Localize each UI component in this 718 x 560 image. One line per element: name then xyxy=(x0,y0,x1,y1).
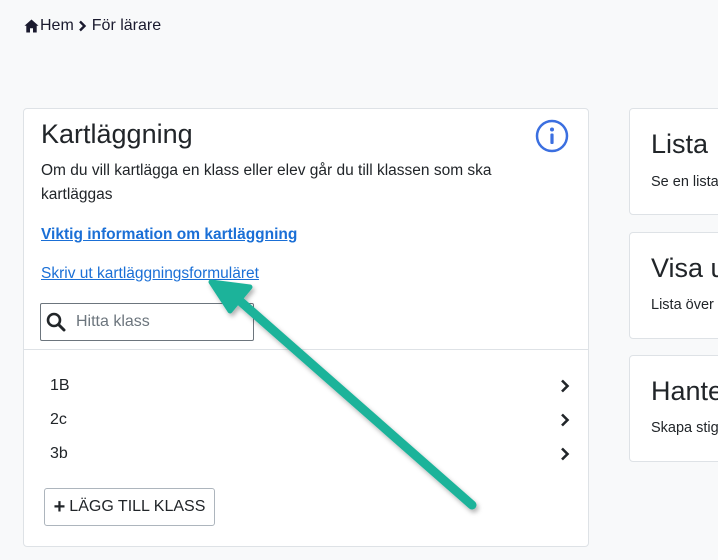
kartlaggning-card: Kartläggning Om du vill kartlägga en kla… xyxy=(23,108,589,547)
list-item-class[interactable]: 3b xyxy=(40,437,570,471)
print-form-link[interactable]: Skriv ut kartläggningsformuläret xyxy=(41,265,259,283)
breadcrumb-current: För lärare xyxy=(91,17,162,34)
chevron-right-icon xyxy=(561,447,570,461)
add-class-label: LÄGG TILL KLASS xyxy=(69,498,206,515)
search-icon xyxy=(46,312,66,332)
side-card-title: Visa u xyxy=(651,253,718,283)
search-input[interactable] xyxy=(74,312,238,332)
class-label: 1B xyxy=(50,377,70,394)
chevron-right-icon xyxy=(561,413,570,427)
side-card-title: Lista xyxy=(651,129,709,159)
list-item-class[interactable]: 1B xyxy=(40,369,570,403)
list-item-class[interactable]: 2c xyxy=(40,403,570,437)
home-icon xyxy=(24,19,39,33)
class-list: 1B 2c 3b xyxy=(40,369,570,471)
plus-icon: + xyxy=(53,496,66,518)
breadcrumb-home-label: Hem xyxy=(40,17,74,34)
important-info-link[interactable]: Viktig information om kartläggning xyxy=(41,226,297,244)
side-card-manage[interactable]: Hante Skapa stig xyxy=(629,355,718,462)
info-icon[interactable] xyxy=(535,119,569,153)
chevron-right-icon xyxy=(78,20,87,32)
class-label: 2c xyxy=(50,411,67,428)
side-card-description: Lista över xyxy=(651,297,714,313)
add-class-button[interactable]: + LÄGG TILL KLASS xyxy=(44,488,215,526)
side-card-description: Skapa stig xyxy=(651,420,718,436)
side-card-list[interactable]: Lista Se en lista xyxy=(629,108,718,215)
class-search xyxy=(40,303,254,341)
card-description: Om du vill kartlägga en klass eller elev… xyxy=(41,162,492,203)
side-card-show[interactable]: Visa u Lista över xyxy=(629,232,718,339)
side-card-title: Hante xyxy=(651,376,718,406)
divider xyxy=(24,349,588,350)
breadcrumb: Hem För lärare xyxy=(24,17,161,35)
breadcrumb-home-link[interactable]: Hem xyxy=(24,17,74,35)
side-card-description: Se en lista xyxy=(651,174,718,190)
class-label: 3b xyxy=(50,445,68,462)
chevron-right-icon xyxy=(561,379,570,393)
card-title: Kartläggning xyxy=(41,119,193,149)
